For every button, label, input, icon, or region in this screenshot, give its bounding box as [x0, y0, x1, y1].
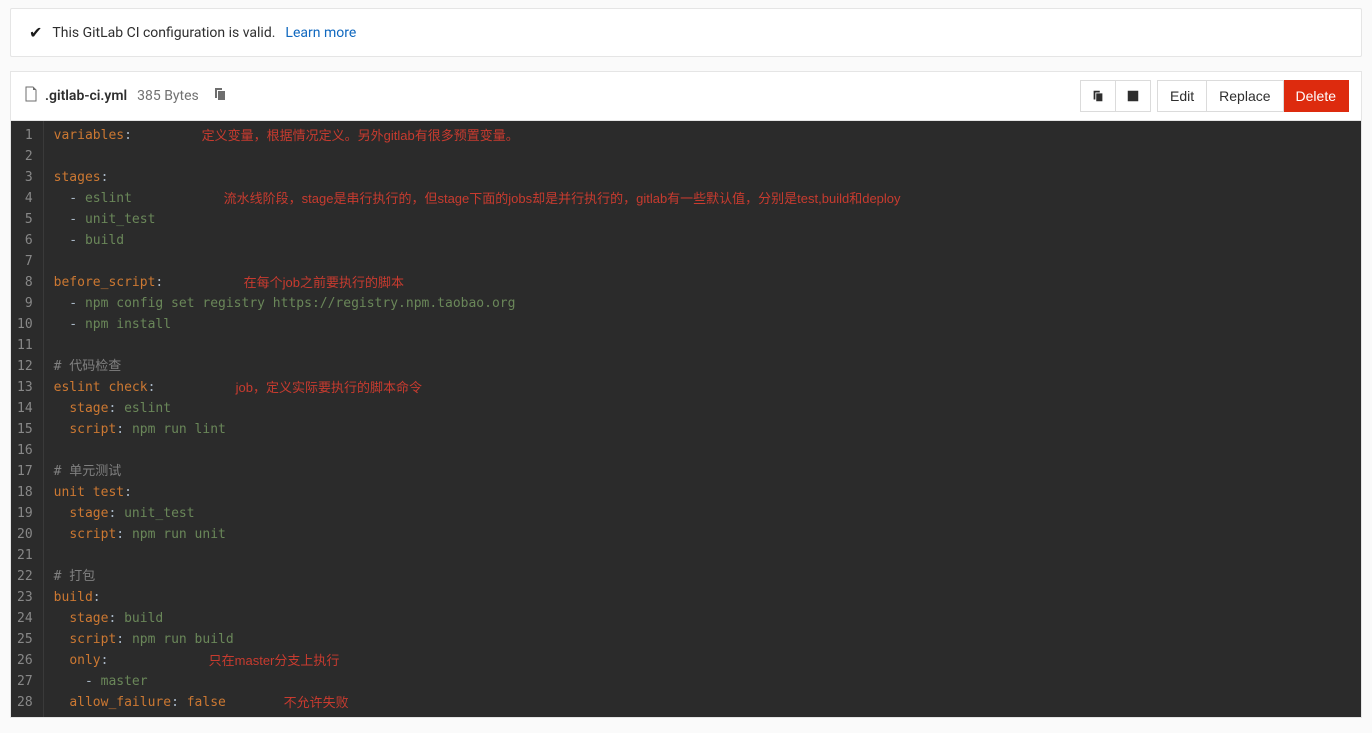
- code-line: stage: eslint: [54, 398, 1351, 419]
- copy-icon-button[interactable]: [1080, 80, 1116, 112]
- code-line: - npm install: [54, 314, 1351, 335]
- line-number: 8: [17, 272, 33, 293]
- raw-icon-button[interactable]: [1116, 80, 1151, 112]
- code-line: script: npm run unit: [54, 524, 1351, 545]
- annotation: 不允许失败: [284, 692, 349, 713]
- line-number: 22: [17, 566, 33, 587]
- code-line: - master: [54, 671, 1351, 692]
- file-name: .gitlab-ci.yml: [45, 88, 127, 104]
- file-panel: .gitlab-ci.yml 385 Bytes Edit Replace De…: [10, 71, 1362, 718]
- code-line: [54, 335, 1351, 356]
- learn-more-link[interactable]: Learn more: [285, 25, 356, 41]
- line-number: 12: [17, 356, 33, 377]
- line-number: 18: [17, 482, 33, 503]
- line-number: 13: [17, 377, 33, 398]
- annotation: job，定义实际要执行的脚本命令: [236, 377, 422, 398]
- line-number: 20: [17, 524, 33, 545]
- validation-banner: ✔ This GitLab CI configuration is valid.…: [10, 8, 1362, 57]
- line-number: 16: [17, 440, 33, 461]
- line-number: 1: [17, 125, 33, 146]
- code-line: [54, 146, 1351, 167]
- annotation: 在每个job之前要执行的脚本: [244, 272, 404, 293]
- file-icon: [23, 86, 39, 106]
- line-number: 24: [17, 608, 33, 629]
- line-gutter: 1234567891011121314151617181920212223242…: [11, 121, 44, 717]
- line-number: 26: [17, 650, 33, 671]
- code-line: stage: unit_test: [54, 503, 1351, 524]
- line-number: 6: [17, 230, 33, 251]
- line-number: 4: [17, 188, 33, 209]
- file-header: .gitlab-ci.yml 385 Bytes Edit Replace De…: [11, 72, 1361, 121]
- code-line: [54, 440, 1351, 461]
- line-number: 5: [17, 209, 33, 230]
- code-line: build:: [54, 587, 1351, 608]
- line-number: 21: [17, 545, 33, 566]
- code-line: [54, 251, 1351, 272]
- code-line: # 打包: [54, 566, 1351, 587]
- code-content: variables: stages: - eslint - unit_test …: [44, 121, 1361, 717]
- line-number: 2: [17, 146, 33, 167]
- line-number: 9: [17, 293, 33, 314]
- line-number: 15: [17, 419, 33, 440]
- line-number: 25: [17, 629, 33, 650]
- edit-button[interactable]: Edit: [1157, 80, 1207, 112]
- line-number: 10: [17, 314, 33, 335]
- code-line: stage: build: [54, 608, 1351, 629]
- annotation: 只在master分支上执行: [209, 650, 340, 671]
- code-line: - npm config set registry https://regist…: [54, 293, 1351, 314]
- code-line: - build: [54, 230, 1351, 251]
- line-number: 7: [17, 251, 33, 272]
- check-icon: ✔: [29, 23, 42, 42]
- code-line: script: npm run lint: [54, 419, 1351, 440]
- code-line: script: npm run build: [54, 629, 1351, 650]
- code-line: - unit_test: [54, 209, 1351, 230]
- copy-path-icon[interactable]: [205, 86, 227, 106]
- line-number: 14: [17, 398, 33, 419]
- code-line: # 单元测试: [54, 461, 1351, 482]
- code-line: # 代码检查: [54, 356, 1351, 377]
- code-line: allow_failure: false: [54, 692, 1351, 713]
- code-line: [54, 545, 1351, 566]
- file-size: 385 Bytes: [137, 88, 199, 104]
- line-number: 11: [17, 335, 33, 356]
- annotation: 流水线阶段，stage是串行执行的，但stage下面的jobs却是并行执行的，g…: [224, 188, 901, 209]
- delete-button[interactable]: Delete: [1284, 80, 1349, 112]
- code-area: 1234567891011121314151617181920212223242…: [11, 121, 1361, 717]
- code-line: unit test:: [54, 482, 1351, 503]
- annotation: 定义变量，根据情况定义。另外gitlab有很多预置变量。: [202, 125, 519, 146]
- line-number: 28: [17, 692, 33, 713]
- line-number: 19: [17, 503, 33, 524]
- line-number: 17: [17, 461, 33, 482]
- line-number: 3: [17, 167, 33, 188]
- line-number: 27: [17, 671, 33, 692]
- replace-button[interactable]: Replace: [1207, 80, 1283, 112]
- validation-message: This GitLab CI configuration is valid.: [52, 25, 275, 41]
- line-number: 23: [17, 587, 33, 608]
- code-line: stages:: [54, 167, 1351, 188]
